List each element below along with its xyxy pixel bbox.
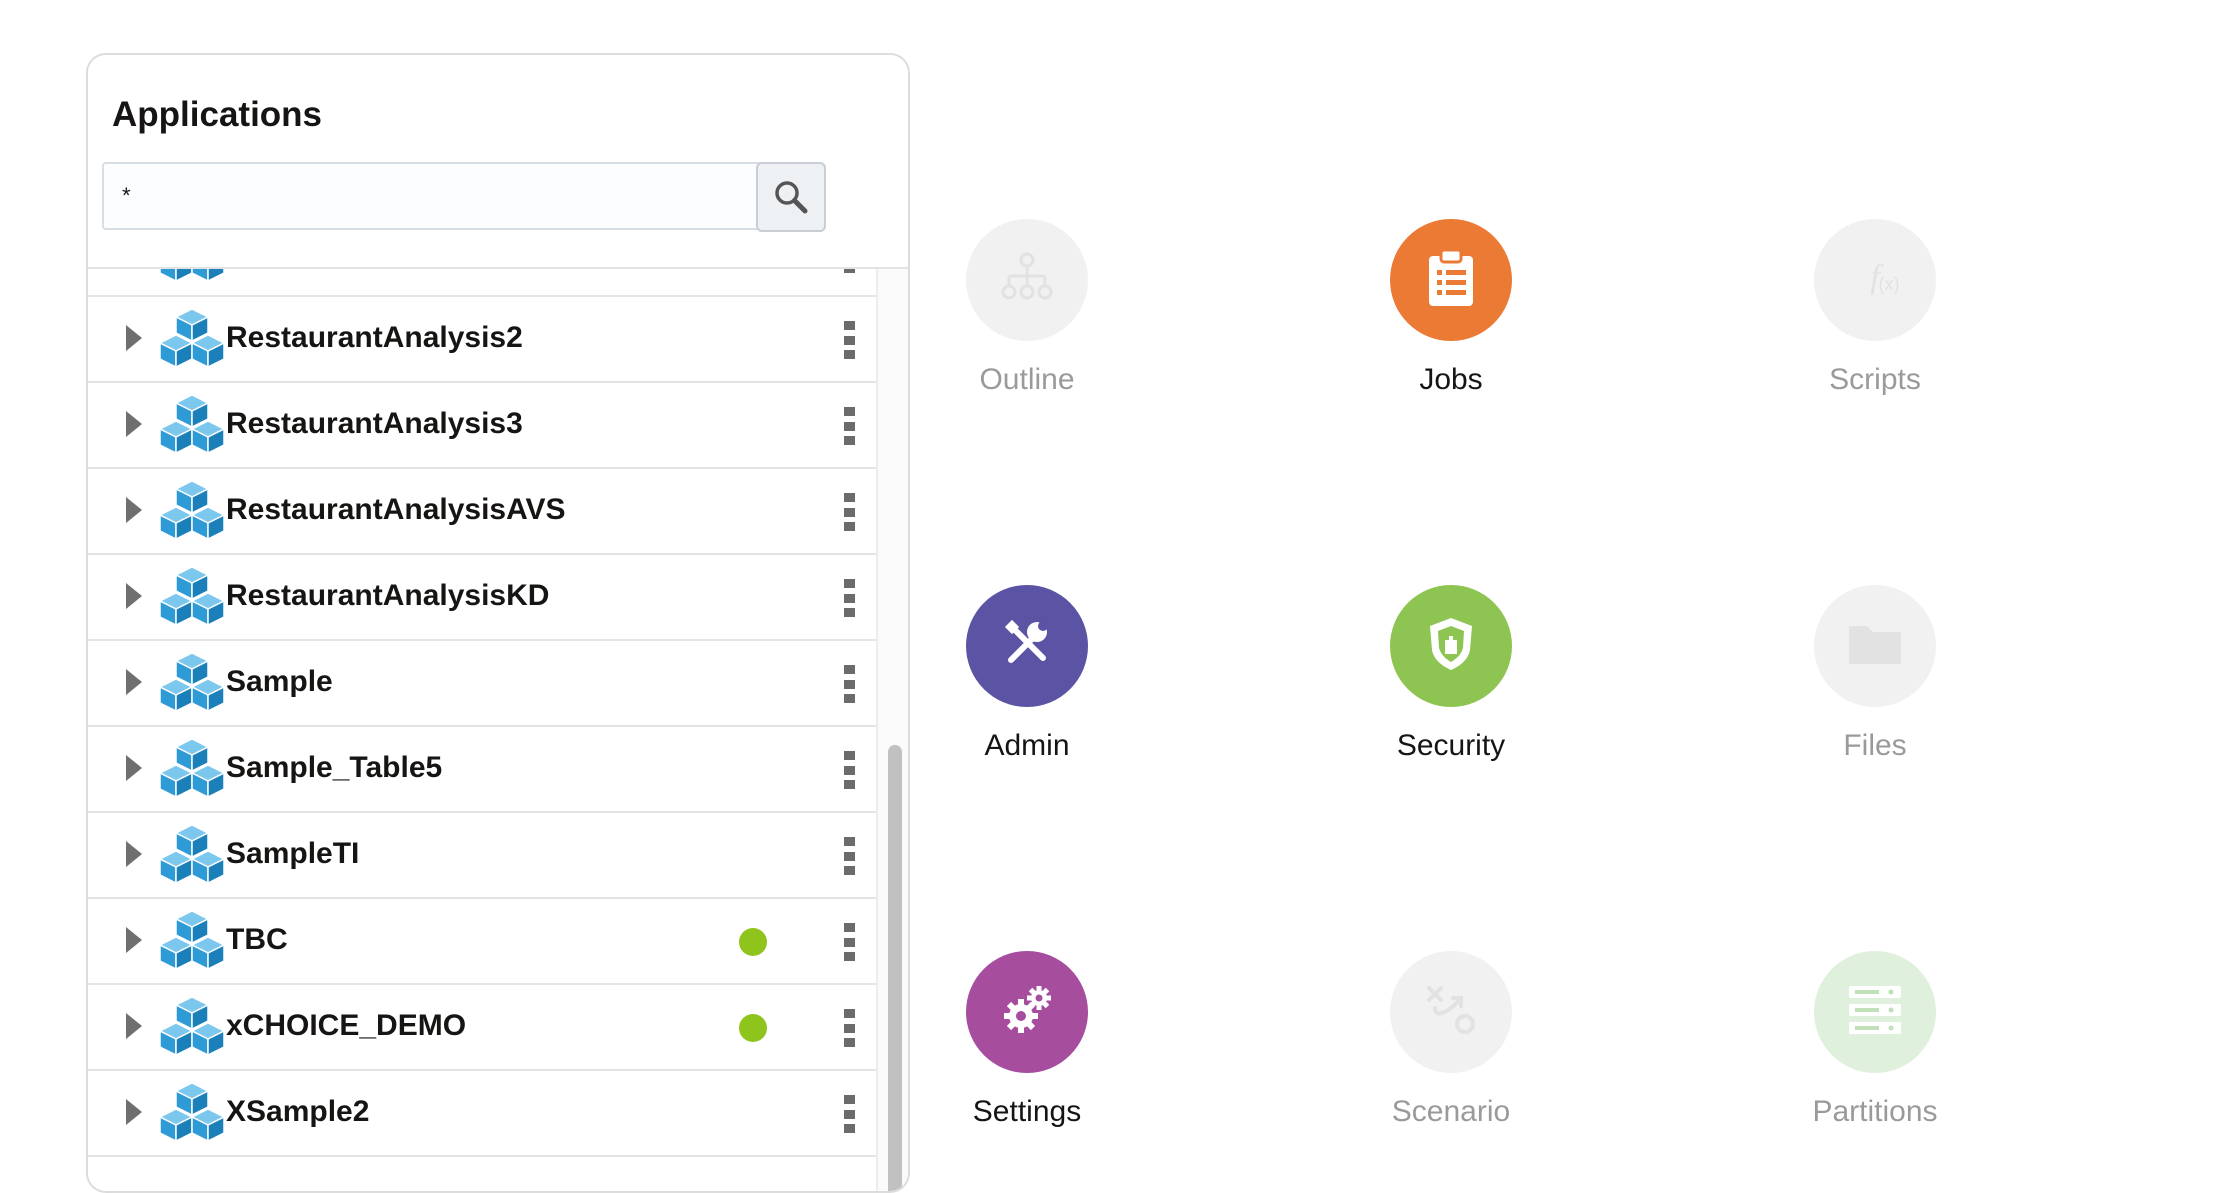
application-row[interactable]: Sample xyxy=(88,641,876,727)
cube-icon xyxy=(159,394,225,457)
cube-icon xyxy=(159,308,225,371)
row-actions-menu-icon[interactable] xyxy=(842,493,856,531)
tile-settings[interactable]: Settings xyxy=(907,951,1147,1129)
tile-security[interactable]: Security xyxy=(1331,585,1571,763)
expand-caret-icon[interactable] xyxy=(126,841,142,867)
application-row[interactable]: RestaurantAnalysis xyxy=(88,267,876,297)
application-list: RestaurantAnalysis RestaurantAnalysis2 xyxy=(88,267,876,1191)
application-name[interactable]: Sample xyxy=(226,665,333,699)
cube-icon xyxy=(159,267,225,285)
search-button[interactable] xyxy=(756,162,826,232)
application-search-input[interactable] xyxy=(102,162,782,230)
partitions-icon xyxy=(1843,980,1907,1045)
svg-text:(x): (x) xyxy=(1879,274,1900,294)
expand-caret-icon[interactable] xyxy=(126,325,142,351)
tile-scripts-label: Scripts xyxy=(1829,363,1921,396)
application-row[interactable]: SampleTI xyxy=(88,813,876,899)
expand-caret-icon[interactable] xyxy=(126,927,142,953)
application-row[interactable]: RestaurantAnalysisKD xyxy=(88,555,876,641)
cube-icon xyxy=(159,566,225,629)
tile-jobs[interactable]: Jobs xyxy=(1331,219,1571,397)
application-name[interactable]: RestaurantAnalysisKD xyxy=(226,579,549,613)
cube-icon xyxy=(159,480,225,543)
function-icon: f (x) xyxy=(1845,253,1905,308)
tile-jobs-circle[interactable] xyxy=(1390,219,1512,341)
tile-partitions: Partitions xyxy=(1755,951,1995,1129)
list-scrollbar-thumb[interactable] xyxy=(888,745,902,1191)
cube-icon xyxy=(159,1082,225,1145)
tools-icon xyxy=(997,614,1057,679)
applications-panel: Applications RestaurantAna xyxy=(86,53,910,1193)
application-name[interactable]: Sample_Table5 xyxy=(226,751,442,785)
tile-partitions-label: Partitions xyxy=(1812,1095,1938,1128)
search-icon xyxy=(775,181,808,214)
cube-icon xyxy=(159,824,225,887)
expand-caret-icon[interactable] xyxy=(126,669,142,695)
expand-caret-icon[interactable] xyxy=(126,583,142,609)
row-actions-menu-icon[interactable] xyxy=(842,1095,856,1133)
tile-scenario-circle xyxy=(1390,951,1512,1073)
application-name[interactable]: RestaurantAnalysis3 xyxy=(226,407,523,441)
gears-icon xyxy=(995,978,1059,1047)
application-row[interactable]: Sample_Table5 xyxy=(88,727,876,813)
tile-files-label: Files xyxy=(1843,729,1907,762)
applications-title: Applications xyxy=(112,95,323,134)
row-actions-menu-icon[interactable] xyxy=(842,579,856,617)
applications-header: Applications xyxy=(88,55,908,269)
tile-settings-circle[interactable] xyxy=(966,951,1088,1073)
shield-icon xyxy=(1424,614,1478,679)
status-indicator-icon xyxy=(739,1014,767,1042)
row-actions-menu-icon[interactable] xyxy=(842,837,856,875)
cube-icon xyxy=(159,910,225,973)
application-name[interactable]: XSample2 xyxy=(226,1095,369,1129)
expand-caret-icon[interactable] xyxy=(126,1099,142,1125)
expand-caret-icon[interactable] xyxy=(126,755,142,781)
cube-icon xyxy=(159,738,225,801)
tile-outline: Outline xyxy=(907,219,1147,397)
tile-scripts-circle: f (x) xyxy=(1814,219,1936,341)
application-name[interactable]: SampleTI xyxy=(226,837,359,871)
tile-outline-circle xyxy=(966,219,1088,341)
tile-scenario: Scenario xyxy=(1331,951,1571,1129)
application-name[interactable]: xCHOICE_DEMO xyxy=(226,1009,466,1043)
outline-hierarchy-icon xyxy=(997,248,1057,313)
cube-icon xyxy=(159,652,225,715)
application-row[interactable]: RestaurantAnalysis3 xyxy=(88,383,876,469)
tile-partitions-circle xyxy=(1814,951,1936,1073)
row-actions-menu-icon[interactable] xyxy=(842,923,856,961)
tile-files: Files xyxy=(1755,585,1995,763)
status-indicator-icon xyxy=(739,928,767,956)
application-name[interactable]: RestaurantAnalysisAVS xyxy=(226,493,566,527)
tile-settings-label[interactable]: Settings xyxy=(907,1095,1147,1129)
expand-caret-icon[interactable] xyxy=(126,497,142,523)
application-row[interactable]: RestaurantAnalysisAVS xyxy=(88,469,876,555)
scenario-icon xyxy=(1421,980,1481,1045)
tile-admin[interactable]: Admin xyxy=(907,585,1147,763)
row-actions-menu-icon[interactable] xyxy=(842,1009,856,1047)
tile-jobs-label[interactable]: Jobs xyxy=(1331,363,1571,397)
tile-security-label[interactable]: Security xyxy=(1331,729,1571,763)
tile-admin-label[interactable]: Admin xyxy=(907,729,1147,763)
tile-scripts: f (x) Scripts xyxy=(1755,219,1995,397)
application-name[interactable]: TBC xyxy=(226,923,288,957)
application-row[interactable]: RestaurantAnalysis2 xyxy=(88,297,876,383)
tile-admin-circle[interactable] xyxy=(966,585,1088,707)
tile-scenario-label: Scenario xyxy=(1391,1095,1511,1128)
cube-icon xyxy=(159,996,225,1059)
expand-caret-icon[interactable] xyxy=(126,411,142,437)
row-actions-menu-icon[interactable] xyxy=(842,665,856,703)
tile-outline-label: Outline xyxy=(979,363,1075,396)
expand-caret-icon[interactable] xyxy=(126,1013,142,1039)
application-row[interactable]: XSample2 xyxy=(88,1071,876,1157)
row-actions-menu-icon[interactable] xyxy=(842,407,856,445)
application-name[interactable]: RestaurantAnalysis2 xyxy=(226,321,523,355)
folder-icon xyxy=(1845,620,1905,673)
tile-files-circle xyxy=(1814,585,1936,707)
application-row[interactable]: TBC xyxy=(88,899,876,985)
row-actions-menu-icon[interactable] xyxy=(842,321,856,359)
tile-security-circle[interactable] xyxy=(1390,585,1512,707)
application-row[interactable]: xCHOICE_DEMO xyxy=(88,985,876,1071)
row-actions-menu-icon[interactable] xyxy=(842,751,856,789)
clipboard-icon xyxy=(1425,248,1477,313)
